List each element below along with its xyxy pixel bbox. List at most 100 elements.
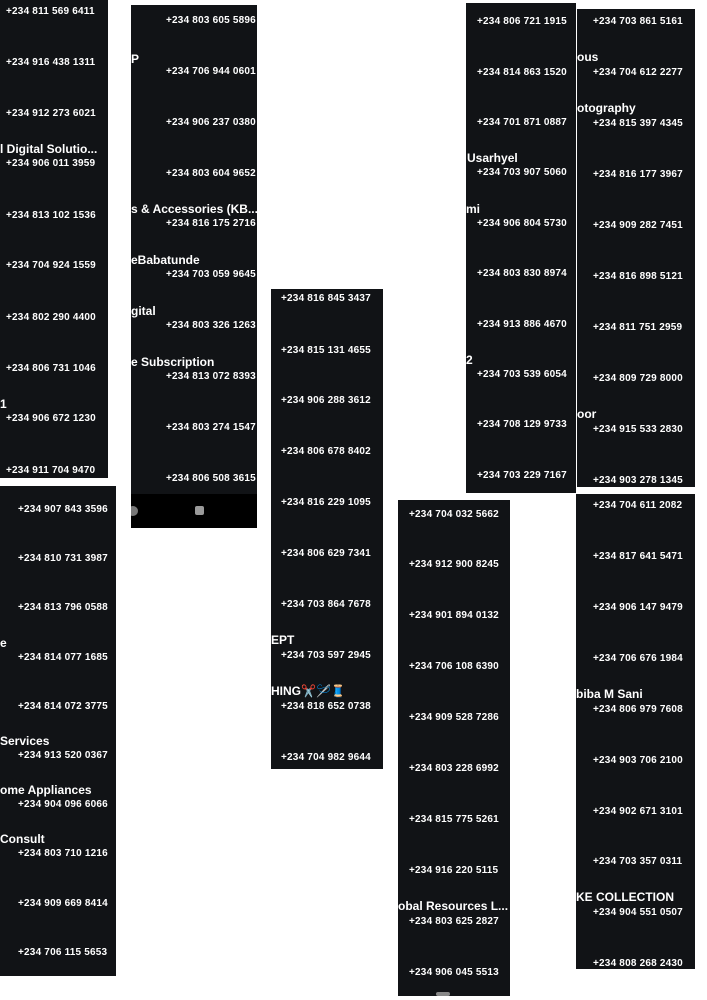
contact-item[interactable]: +234 811 751 2959 (577, 322, 695, 373)
contact-item[interactable]: +234 909 282 7451 (577, 220, 695, 271)
contact-phone: +234 906 672 1230 (6, 413, 96, 424)
contact-item[interactable]: +234 706 115 5653 (0, 947, 116, 976)
contact-phone: +234 816 845 3437 (281, 293, 371, 304)
contact-phone: +234 706 108 6390 (409, 661, 499, 672)
contact-item[interactable]: +234 806 678 8402 (271, 446, 383, 497)
contact-item[interactable]: P +234 706 944 0601 (131, 50, 257, 101)
contact-phone: +234 806 629 7341 (281, 548, 371, 559)
contact-item[interactable]: Consult +234 803 710 1216 (0, 832, 116, 880)
recent-apps-square-icon[interactable] (195, 506, 204, 515)
contact-item[interactable]: +234 906 237 0380 (131, 117, 257, 168)
contact-item[interactable]: Services +234 913 520 0367 (0, 734, 116, 782)
contact-item[interactable]: +234 907 843 3596 (0, 504, 116, 552)
contact-item[interactable]: +234 803 605 5896 (131, 5, 257, 56)
contact-item[interactable]: EPT +234 703 597 2945 (271, 633, 383, 684)
contact-item[interactable]: +234 909 528 7286 (398, 712, 510, 763)
contact-item[interactable]: +234 704 924 1559 (0, 255, 108, 306)
contact-strip-6: +234 806 721 1915 +234 814 863 1520 +234… (466, 3, 576, 493)
contact-item[interactable]: +234 704 982 9644 (271, 752, 383, 769)
contact-item[interactable]: +234 909 669 8414 (0, 898, 116, 946)
contact-phone: +234 810 731 3987 (18, 553, 108, 564)
contact-phone: +234 803 710 1216 (18, 848, 108, 859)
contact-item[interactable]: mi +234 906 804 5730 (466, 202, 576, 253)
contact-item[interactable]: +234 806 721 1915 (466, 16, 576, 67)
contact-name: EPT (271, 633, 295, 647)
contact-item[interactable]: +234 901 894 0132 (398, 610, 510, 661)
contact-item[interactable]: +234 816 845 3437 (271, 293, 383, 344)
contact-item[interactable]: +234 906 288 3612 (271, 395, 383, 446)
contact-item[interactable]: ous +234 704 612 2277 (577, 50, 695, 101)
contact-item[interactable]: +234 906 045 5513 (398, 967, 510, 996)
contact-name: gital (131, 304, 156, 318)
contact-item[interactable]: ome Appliances +234 904 096 6066 (0, 783, 116, 831)
contact-item[interactable]: +234 811 569 6411 (0, 0, 108, 51)
contact-item[interactable]: +234 703 229 7167 (466, 470, 576, 493)
contact-phone: +234 706 944 0601 (166, 66, 256, 77)
contact-item[interactable]: e Subscription +234 813 072 8393 (131, 355, 257, 406)
contact-phone: +234 911 704 9470 (6, 465, 96, 476)
contact-item[interactable]: +234 806 629 7341 (271, 548, 383, 599)
contact-name: KE COLLECTION (576, 890, 674, 904)
contact-name: biba M Sani (576, 687, 643, 701)
contact-item[interactable]: +234 814 863 1520 (466, 67, 576, 118)
contact-item[interactable]: e +234 814 077 1685 (0, 634, 116, 682)
contact-item[interactable]: otography +234 815 397 4345 (577, 101, 695, 152)
contact-item[interactable]: +234 816 898 5121 (577, 271, 695, 322)
contact-name: otography (577, 101, 636, 115)
contact-item[interactable]: biba M Sani +234 806 979 7608 (576, 687, 695, 738)
contact-name: oor (577, 407, 597, 421)
contact-phone: +234 701 871 0887 (477, 117, 567, 128)
contact-strip-7: +234 703 861 5161 ous +234 704 612 2277 … (577, 9, 695, 487)
contact-item[interactable]: oor +234 915 533 2830 (577, 407, 695, 458)
contact-item[interactable]: 1 +234 906 672 1230 (0, 395, 108, 446)
contact-item[interactable]: +234 903 278 1345 (577, 475, 695, 487)
contact-name: ous (577, 50, 599, 64)
contact-item[interactable]: +234 803 274 1547 (131, 422, 257, 473)
contact-item[interactable]: eBabatunde +234 703 059 9645 (131, 253, 257, 304)
contact-item[interactable]: +234 817 641 5471 (576, 551, 695, 602)
contact-item[interactable]: +234 803 830 8974 (466, 268, 576, 319)
contact-phone: +234 816 229 1095 (281, 497, 371, 508)
contact-item[interactable]: +234 810 731 3987 (0, 553, 116, 601)
contact-item[interactable]: +234 815 775 5261 (398, 814, 510, 865)
contact-item[interactable]: +234 906 147 9479 (576, 602, 695, 653)
contact-item[interactable]: s & Accessories (KB... +234 816 175 2716 (131, 202, 257, 253)
contact-phone: +234 903 706 2100 (593, 755, 683, 766)
contact-item[interactable]: +234 813 102 1536 (0, 204, 108, 255)
contact-phone: +234 703 597 2945 (281, 650, 371, 661)
contact-phone: +234 813 102 1536 (6, 210, 96, 221)
contact-item[interactable]: +234 912 900 8245 (398, 559, 510, 610)
contact-phone: +234 803 830 8974 (477, 268, 567, 279)
contact-item[interactable]: +234 704 611 2082 (576, 500, 695, 551)
contact-item[interactable]: gital +234 803 326 1263 (131, 304, 257, 355)
contact-phone: +234 904 551 0507 (593, 907, 683, 918)
contact-item[interactable]: +234 803 228 6992 (398, 763, 510, 814)
contact-item[interactable]: +234 916 438 1311 (0, 51, 108, 102)
contact-item[interactable]: Usarhyel +234 703 907 5060 (466, 151, 576, 202)
contact-phone: +234 708 129 9733 (477, 419, 567, 430)
contact-item[interactable]: 2 +234 703 539 6054 (466, 353, 576, 404)
contact-phone: +234 803 326 1263 (166, 320, 256, 331)
contact-item[interactable]: +234 911 704 9470 (0, 459, 108, 478)
contact-item[interactable]: +234 902 671 3101 (576, 806, 695, 857)
contact-item[interactable]: obal Resources L... +234 803 625 2827 (398, 899, 510, 950)
contact-phone: +234 703 861 5161 (593, 16, 683, 27)
contact-item[interactable]: +234 708 129 9733 (466, 419, 576, 470)
contact-item[interactable]: +234 816 177 3967 (577, 169, 695, 220)
contact-item[interactable]: +234 808 268 2430 (576, 958, 695, 969)
contact-item[interactable]: +234 816 229 1095 (271, 497, 383, 548)
contact-item[interactable]: +234 706 108 6390 (398, 661, 510, 712)
contact-phone: +234 703 539 6054 (477, 369, 567, 380)
contact-phone: +234 809 729 8000 (593, 373, 683, 384)
contact-item[interactable]: KE COLLECTION +234 904 551 0507 (576, 890, 695, 941)
contact-name: ome Appliances (0, 783, 92, 797)
contact-item[interactable]: +234 806 508 3615 (131, 473, 257, 493)
contact-item[interactable]: +234 815 131 4655 (271, 345, 383, 396)
contact-item[interactable]: +234 802 290 4400 (0, 306, 108, 357)
contact-item[interactable]: HING✂️🪡🧵 +234 818 652 0738 (271, 684, 383, 735)
contact-item[interactable]: +234 903 706 2100 (576, 755, 695, 806)
contact-item[interactable]: +234 704 032 5662 (398, 509, 510, 560)
contact-item[interactable]: l Digital Solutio... +234 906 011 3959 (0, 140, 108, 191)
contact-phone: +234 913 520 0367 (18, 750, 108, 761)
home-circle-icon[interactable] (131, 506, 138, 516)
